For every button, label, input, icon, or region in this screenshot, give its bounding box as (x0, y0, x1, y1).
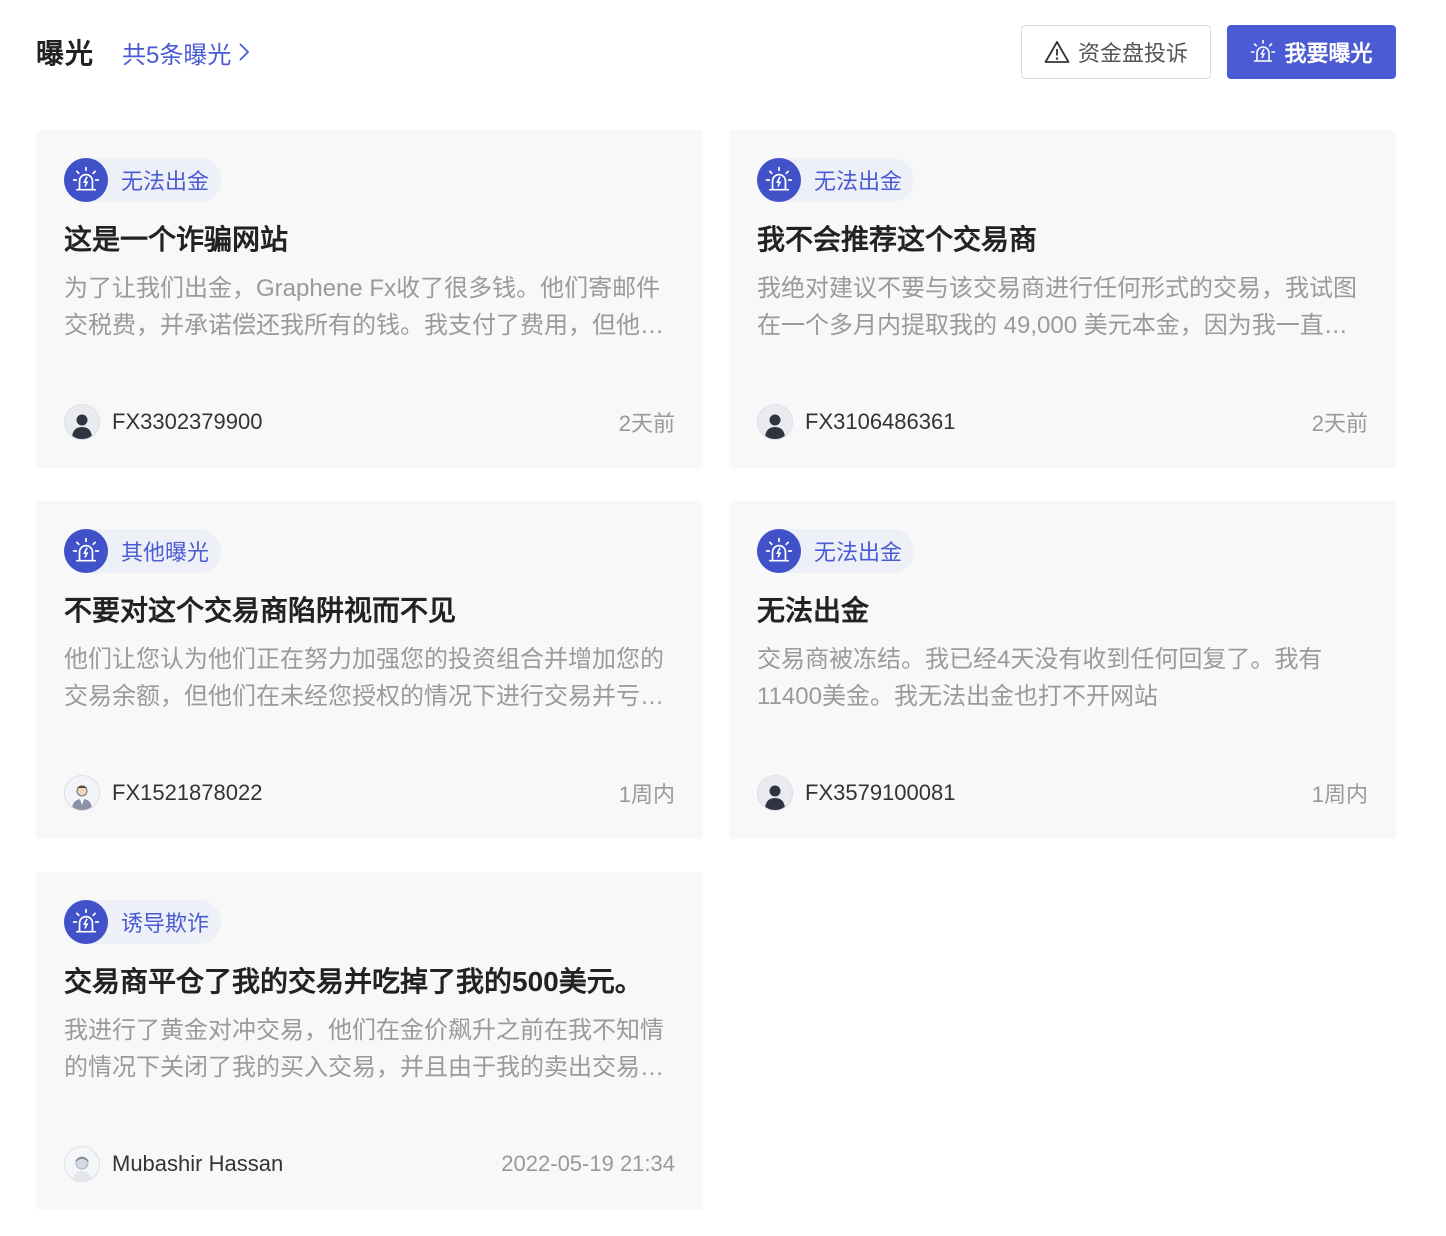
post-time: 2天前 (618, 411, 675, 436)
chevron-right-icon (239, 43, 250, 61)
alarm-light-icon (757, 529, 801, 573)
card-footer: FX3302379900 2天前 (64, 404, 675, 440)
fund-complaint-button[interactable]: 资金盘投诉 (1021, 25, 1211, 79)
category-tag: 无法出金 (64, 158, 222, 202)
exposure-card[interactable]: 诱导欺诈 交易商平仓了我的交易并吃掉了我的500美元。 我进行了黄金对冲交易，他… (36, 872, 703, 1210)
exposure-card[interactable]: 无法出金 这是一个诈骗网站 为了让我们出金，Graphene Fx收了很多钱。他… (36, 130, 703, 468)
card-title[interactable]: 不要对这个交易商陷阱视而不见 (64, 591, 675, 631)
user-photo-icon (64, 1146, 100, 1182)
warning-icon (1044, 41, 1070, 63)
card-excerpt: 我绝对建议不要与该交易商进行任何形式的交易，我试图在一个多月内提取我的 49,0… (757, 275, 1357, 339)
card-excerpt: 交易商被冻结。我已经4天没有收到任何回复了。我有11400美金。我无法出金也打不… (757, 646, 1323, 710)
exposure-card[interactable]: 无法出金 无法出金 交易商被冻结。我已经4天没有收到任何回复了。我有11400美… (729, 501, 1396, 839)
alarm-light-icon (757, 158, 801, 202)
user-silhouette-icon (757, 775, 793, 811)
card-title[interactable]: 这是一个诈骗网站 (64, 220, 675, 260)
user-silhouette-icon (64, 404, 100, 440)
author-name: FX3302379900 (112, 409, 263, 434)
category-tag: 其他曝光 (64, 529, 222, 573)
submit-exposure-button[interactable]: 我要曝光 (1227, 25, 1396, 79)
card-title[interactable]: 无法出金 (757, 591, 1368, 631)
author-name: Mubashir Hassan (112, 1151, 284, 1176)
user-suit-icon (64, 775, 100, 811)
author-name: FX3106486361 (805, 409, 956, 434)
post-time: 2022-05-19 21:34 (501, 1151, 675, 1176)
exposure-count-link[interactable]: 共5条曝光 (122, 35, 251, 70)
author-name: FX1521878022 (112, 780, 263, 805)
category-tag: 无法出金 (757, 529, 915, 573)
author-name: FX3579100081 (805, 780, 956, 805)
exposure-page: 曝光 共5条曝光 资金盘投诉 我要曝光 无法出金 这是一个诈骗网站 为了让我们出… (0, 0, 1446, 1236)
card-excerpt: 我进行了黄金对冲交易，他们在金价飙升之前在我不知情的情况下关闭了我的买入交易，并… (64, 1017, 664, 1081)
card-excerpt: 他们让您认为他们正在努力加强您的投资组合并增加您的交易余额，但他们在未经您授权的… (64, 646, 664, 710)
exposure-card[interactable]: 无法出金 我不会推荐这个交易商 我绝对建议不要与该交易商进行任何形式的交易，我试… (729, 130, 1396, 468)
page-title: 曝光 (36, 38, 95, 69)
card-footer: FX1521878022 1周内 (64, 775, 675, 811)
user-silhouette-icon (757, 404, 793, 440)
category-tag-label: 诱导欺诈 (121, 911, 210, 936)
card-title[interactable]: 我不会推荐这个交易商 (757, 220, 1368, 260)
card-footer: Mubashir Hassan 2022-05-19 21:34 (64, 1146, 675, 1182)
submit-exposure-label: 我要曝光 (1284, 41, 1373, 66)
card-excerpt: 为了让我们出金，Graphene Fx收了很多钱。他们寄邮件交税费，并承诺偿还我… (64, 275, 664, 339)
exposure-count-label: 共5条曝光 (122, 41, 232, 69)
post-time: 1周内 (1311, 782, 1368, 807)
alarm-light-icon (64, 900, 108, 944)
card-footer: FX3106486361 2天前 (757, 404, 1368, 440)
category-tag: 诱导欺诈 (64, 900, 222, 944)
fund-complaint-label: 资金盘投诉 (1077, 41, 1188, 66)
card-footer: FX3579100081 1周内 (757, 775, 1368, 811)
exposure-card[interactable]: 其他曝光 不要对这个交易商陷阱视而不见 他们让您认为他们正在努力加强您的投资组合… (36, 501, 703, 839)
alarm-light-icon (64, 529, 108, 573)
post-time: 1周内 (618, 782, 675, 807)
exposure-header: 曝光 共5条曝光 资金盘投诉 我要曝光 (36, 24, 1396, 80)
alarm-light-icon (64, 158, 108, 202)
category-tag-label: 其他曝光 (121, 540, 210, 565)
category-tag-label: 无法出金 (814, 540, 903, 565)
header-actions: 资金盘投诉 我要曝光 (1021, 25, 1396, 79)
category-tag-label: 无法出金 (814, 169, 903, 194)
card-title[interactable]: 交易商平仓了我的交易并吃掉了我的500美元。 (64, 962, 675, 1002)
category-tag-label: 无法出金 (121, 169, 210, 194)
post-time: 2天前 (1311, 411, 1368, 436)
alarm-light-icon (1251, 39, 1276, 62)
category-tag: 无法出金 (757, 158, 915, 202)
